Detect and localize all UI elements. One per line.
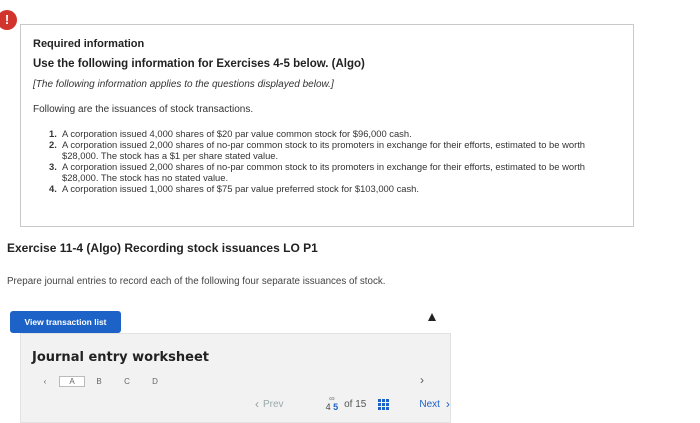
pagination: ‹ Prev ∞ 4 5 of 15 Next › — [255, 395, 450, 413]
transaction-text: A corporation issued 1,000 shares of $75… — [62, 183, 419, 194]
mouse-cursor-icon — [428, 313, 436, 321]
worksheet-prev-icon[interactable]: ‹ — [31, 377, 59, 386]
transaction-list: 1. A corporation issued 4,000 shares of … — [49, 128, 619, 194]
info-intro: Following are the issuances of stock tra… — [33, 104, 254, 115]
transaction-text: A corporation issued 2,000 shares of no-… — [62, 161, 586, 183]
exercise-title: Exercise 11-4 (Algo) Recording stock iss… — [7, 241, 318, 255]
current-page-number: 5 — [333, 402, 339, 412]
transaction-number: 4. — [49, 183, 57, 194]
worksheet-title: Journal entry worksheet — [32, 350, 209, 365]
required-information-panel: Required information Use the following i… — [20, 24, 634, 227]
next-chevron-icon[interactable]: › — [446, 397, 450, 411]
worksheet-tab-d[interactable]: D — [141, 377, 169, 386]
view-transaction-list-button[interactable]: View transaction list — [10, 311, 121, 333]
transaction-number: 3. — [49, 161, 57, 172]
worksheet-tab-b[interactable]: B — [85, 377, 113, 386]
page-number[interactable]: 4 — [326, 402, 331, 412]
info-title: Required information — [33, 38, 145, 50]
worksheet-next-icon[interactable]: › — [420, 373, 424, 387]
transaction-item: 3. A corporation issued 2,000 shares of … — [49, 161, 619, 183]
alert-icon: ! — [0, 10, 17, 30]
transaction-number: 1. — [49, 128, 57, 139]
info-note: [The following information applies to th… — [33, 79, 334, 90]
transaction-text: A corporation issued 2,000 shares of no-… — [62, 139, 586, 161]
prev-chevron-icon[interactable]: ‹ — [255, 397, 259, 411]
exercise-instruction: Prepare journal entries to record each o… — [7, 276, 386, 287]
transaction-number: 2. — [49, 139, 57, 150]
transaction-item: 1. A corporation issued 4,000 shares of … — [49, 128, 619, 139]
worksheet-tab-c[interactable]: C — [113, 377, 141, 386]
transaction-item: 4. A corporation issued 1,000 shares of … — [49, 183, 619, 194]
transaction-item: 2. A corporation issued 2,000 shares of … — [49, 139, 619, 161]
worksheet-tab-a[interactable]: A — [59, 376, 85, 387]
transaction-text: A corporation issued 4,000 shares of $20… — [62, 128, 412, 139]
worksheet-tabs: ‹ A B C D — [31, 376, 169, 387]
page-indicator: ∞ 4 5 — [326, 395, 339, 413]
info-subtitle: Use the following information for Exerci… — [33, 58, 365, 70]
